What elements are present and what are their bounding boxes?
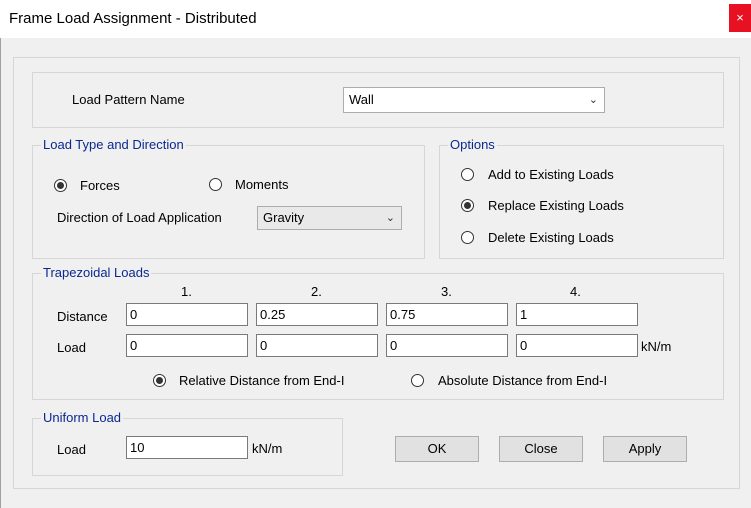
load-pattern-value: Wall (349, 92, 374, 107)
absolute-distance-radio[interactable] (411, 374, 424, 387)
direction-label: Direction of Load Application (57, 210, 222, 225)
moments-label: Moments (235, 177, 289, 192)
ok-button[interactable]: OK (395, 436, 479, 462)
distance-input-2[interactable]: 0.25 (256, 303, 378, 326)
distance-label: Distance (57, 309, 108, 324)
relative-distance-radio[interactable] (153, 374, 166, 387)
delete-existing-radio[interactable] (461, 231, 474, 244)
chevron-down-icon: ⌄ (385, 212, 395, 224)
column-header-4: 4. (570, 284, 581, 299)
trapezoidal-unit-label: kN/m (641, 339, 672, 354)
distance-input-4[interactable]: 1 (516, 303, 638, 326)
load-pattern-select[interactable]: Wall ⌄ (343, 87, 605, 113)
column-header-1: 1. (181, 284, 192, 299)
apply-button[interactable]: Apply (603, 436, 687, 462)
title-bar: Frame Load Assignment - Distributed × (0, 0, 751, 38)
uniform-load-group-title: Uniform Load (41, 410, 124, 425)
column-header-3: 3. (441, 284, 452, 299)
load-input-2[interactable]: 0 (256, 334, 378, 357)
load-pattern-label: Load Pattern Name (72, 92, 185, 107)
forces-label: Forces (80, 178, 120, 193)
forces-radio[interactable] (54, 179, 67, 192)
uniform-load-label: Load (57, 442, 86, 457)
relative-distance-label: Relative Distance from End-I (179, 373, 345, 388)
moments-radio[interactable] (209, 178, 222, 191)
load-type-group-title: Load Type and Direction (41, 137, 186, 152)
replace-existing-radio[interactable] (461, 199, 474, 212)
uniform-load-group: Uniform Load Load 10 kN/m (32, 410, 343, 476)
load-input-4[interactable]: 0 (516, 334, 638, 357)
window-border (0, 38, 1, 508)
uniform-unit-label: kN/m (252, 441, 283, 456)
uniform-load-input[interactable]: 10 (126, 436, 248, 459)
direction-select[interactable]: Gravity ⌄ (257, 206, 402, 230)
trapezoidal-group-title: Trapezoidal Loads (41, 265, 152, 280)
window-title: Frame Load Assignment - Distributed (9, 10, 257, 27)
column-header-2: 2. (311, 284, 322, 299)
distance-input-1[interactable]: 0 (126, 303, 248, 326)
load-label: Load (57, 340, 86, 355)
options-group-title: Options (448, 137, 497, 152)
replace-existing-label: Replace Existing Loads (488, 198, 624, 213)
delete-existing-label: Delete Existing Loads (488, 230, 614, 245)
load-pattern-group: Load Pattern Name Wall ⌄ (32, 72, 724, 128)
distance-input-3[interactable]: 0.75 (386, 303, 508, 326)
options-group: Options Add to Existing Loads Replace Ex… (439, 137, 724, 259)
load-type-group: Load Type and Direction Forces Moments D… (32, 137, 425, 259)
chevron-down-icon: ⌄ (588, 94, 598, 106)
absolute-distance-label: Absolute Distance from End-I (438, 373, 608, 388)
trapezoidal-group: Trapezoidal Loads 1. 2. 3. 4. Distance 0… (32, 265, 724, 400)
add-existing-label: Add to Existing Loads (488, 167, 614, 182)
close-icon[interactable]: × (729, 4, 751, 32)
add-existing-radio[interactable] (461, 168, 474, 181)
close-button[interactable]: Close (499, 436, 583, 462)
direction-value: Gravity (263, 210, 305, 225)
load-input-1[interactable]: 0 (126, 334, 248, 357)
load-input-3[interactable]: 0 (386, 334, 508, 357)
